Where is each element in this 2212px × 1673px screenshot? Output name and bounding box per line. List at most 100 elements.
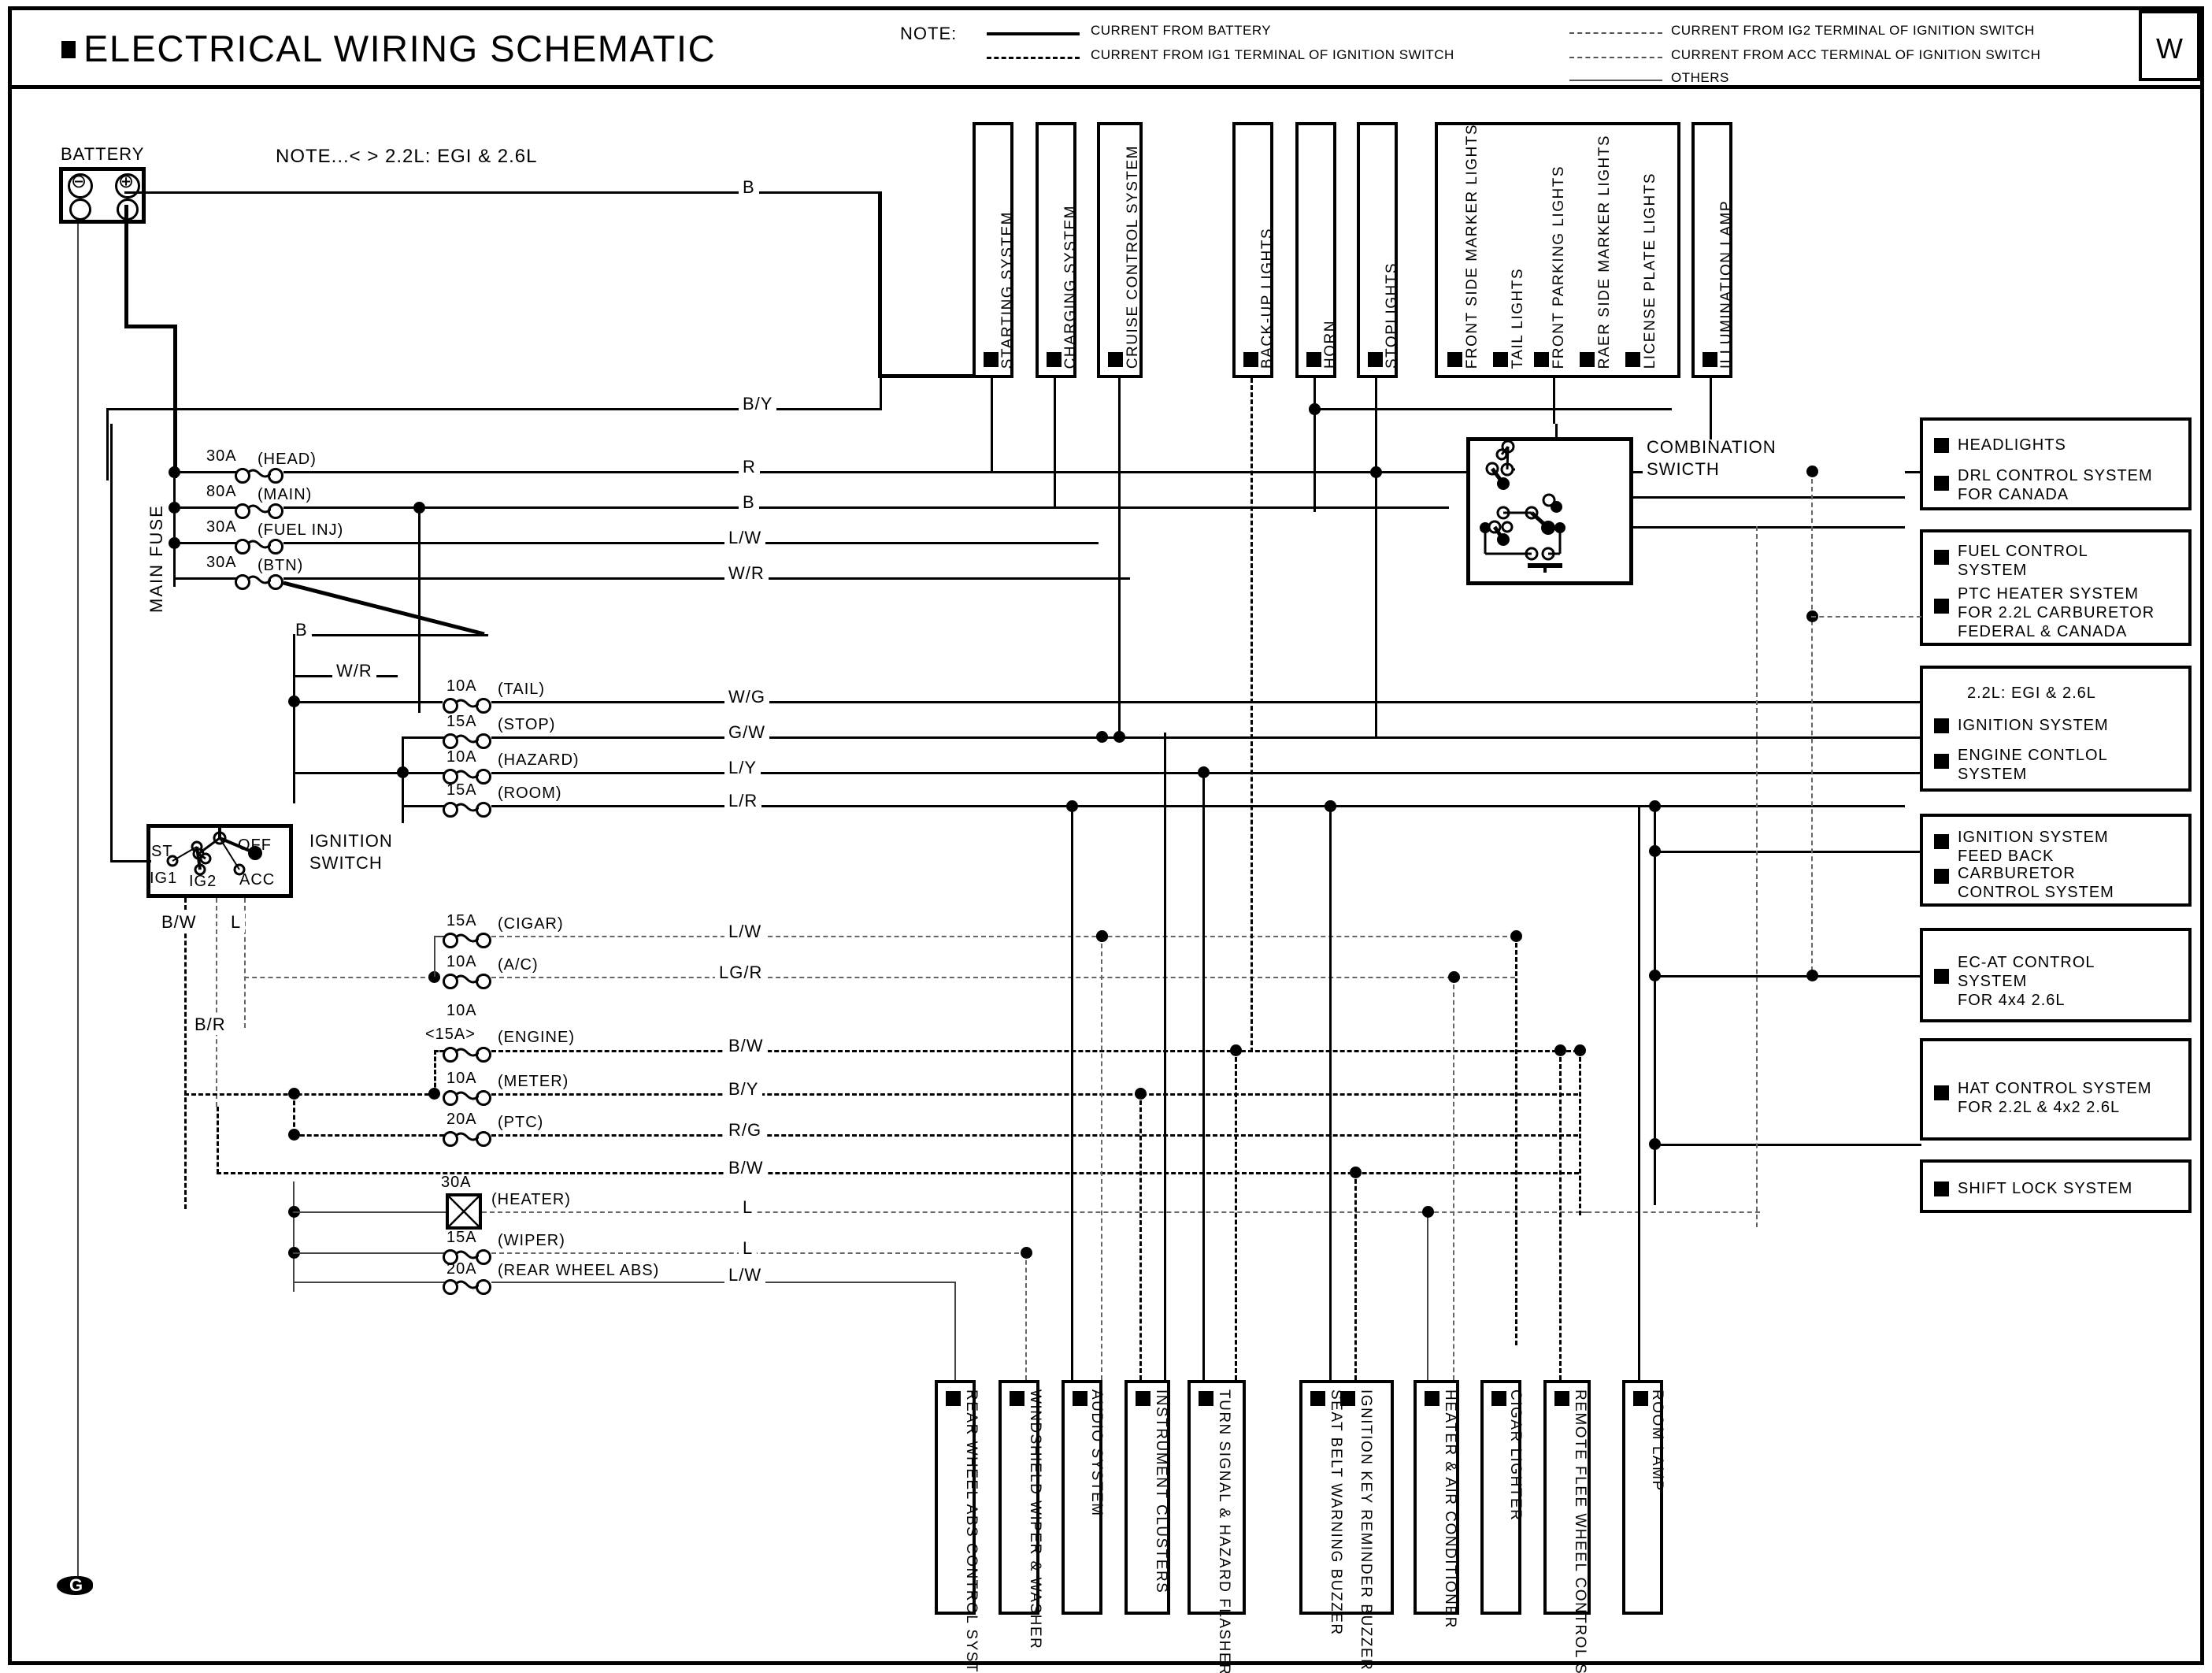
- battery-ground-wire: [77, 224, 79, 1578]
- fuse-name-ac: (A/C): [498, 956, 539, 974]
- bullet-square-icon: [1447, 352, 1462, 367]
- top-box-horn[interactable]: HORN: [1295, 122, 1339, 378]
- wire-label-by-meter: B/Y: [724, 1079, 763, 1100]
- wire-lr-room: [491, 805, 1905, 807]
- wire-label-bw-ign: B/W: [157, 912, 201, 933]
- wire-label-b-top: B: [739, 177, 759, 198]
- legend-text-ig2: CURRENT FROM IG2 TERMINAL OF IGNITION SW…: [1671, 23, 2035, 38]
- wire-ig1-bus: [184, 1093, 436, 1096]
- bottom-box-turn-hazard[interactable]: TURN SIGNAL & HAZARD FLASHER LIGHTS: [1188, 1380, 1246, 1673]
- bottom-box-label: AUDIO SYSTEM: [1088, 1389, 1105, 1517]
- page-code: W: [2156, 32, 2183, 65]
- bullet-square-icon: [1625, 352, 1640, 367]
- main-fuse-rail: [173, 461, 176, 587]
- wire-turn-feed: [1202, 772, 1205, 1380]
- right-box-label: DRL CONTROL SYSTEM FOR CANADA: [1958, 467, 2153, 503]
- top-box-backup-lights[interactable]: BACK-UP LIGHTS: [1232, 122, 1276, 378]
- junction-dot: [1066, 800, 1078, 812]
- right-box-heading: 2.2L: EGI & 2.6L: [1967, 684, 2096, 702]
- bottom-box-cigar-lighter[interactable]: CIGAR LIGHTER: [1480, 1380, 1524, 1615]
- battery-minus-icon: ⊖: [71, 171, 87, 192]
- junction-dot: [1649, 845, 1661, 857]
- wire-label-r: R: [739, 457, 760, 477]
- bullet-square-icon: [946, 1391, 961, 1406]
- wire-horn-down: [1313, 378, 1316, 512]
- right-box-hat[interactable]: HAT CONTROL SYSTEM FOR 2.2L & 4x2 2.6L: [1920, 1038, 2192, 1141]
- bullet-square-icon: [1047, 352, 1062, 367]
- bottom-box-instrument-clusters[interactable]: INSTRUMENT CLUSTERS: [1125, 1380, 1170, 1615]
- wire-abs-in-box: [954, 1339, 956, 1380]
- bottom-box-rear-wheel-abs[interactable]: REAR WHEEL ABS CONTROL SYSTEM: [935, 1380, 980, 1673]
- bottom-box-remote-free-wheel[interactable]: REMOTE FLEE WHEEL CONTROL SYSTEM: [1543, 1380, 1591, 1673]
- junction-dot: [1554, 1044, 1566, 1056]
- wire-mainfuse-bus: [173, 325, 177, 478]
- fuse-tail: [443, 695, 491, 714]
- right-box-shift-lock[interactable]: SHIFT LOCK SYSTEM: [1920, 1159, 2192, 1213]
- wire-by-v: [106, 408, 109, 480]
- bottom-box-windshield-wiper[interactable]: WINDSHIELD WIPER & WASHER: [999, 1380, 1043, 1649]
- wire-label-bw-engine: B/W: [724, 1036, 768, 1056]
- legend-text-ig1: CURRENT FROM IG1 TERMINAL OF IGNITION SW…: [1091, 47, 1454, 62]
- fuse-name-cigar: (CIGAR): [498, 915, 564, 933]
- fuse-heater-box: [446, 1193, 482, 1230]
- top-box-starting-system[interactable]: STARTING SYSTEM: [973, 122, 1016, 378]
- top-box-light-group[interactable]: FRONT SIDE MARKER LIGHTS TAIL LIGHTS FRO…: [1435, 122, 1680, 378]
- wire-tail-in: [293, 701, 443, 703]
- legend-line-dashed: [987, 57, 1080, 59]
- bullet-square-icon: [1934, 438, 1949, 453]
- right-box-label: EC-AT CONTROL SYSTEM FOR 4x4 2.6L: [1958, 954, 2095, 1009]
- bullet-square-icon: [1934, 550, 1949, 565]
- junction-dot: [1096, 731, 1108, 743]
- right-box-feedback-carb[interactable]: IGNITION SYSTEM FEED BACK CARBURETOR CON…: [1920, 814, 2192, 907]
- fuse-rating-meter: 10A: [446, 1070, 477, 1087]
- fuse-rating-tail: 10A: [446, 677, 477, 695]
- fuse-meter: [443, 1087, 491, 1106]
- wire-label-l-heater: L: [739, 1197, 758, 1218]
- bullet-square-icon: [1010, 1391, 1024, 1406]
- wire-fuelinj-in: [177, 542, 236, 544]
- wire-label-wr-btn: W/R: [724, 563, 769, 584]
- right-box-headlights[interactable]: HEADLIGHTS DRL CONTROL SYSTEM FOR CANADA: [1920, 417, 2192, 510]
- bullet-square-icon: [1310, 1391, 1325, 1406]
- right-box-label: SHIFT LOCK SYSTEM: [1958, 1180, 2133, 1197]
- bottom-box-audio-system[interactable]: AUDIO SYSTEM: [1062, 1380, 1105, 1615]
- wire-head-in: [177, 471, 236, 473]
- wire-stoplights-down: [1375, 378, 1377, 737]
- right-box-fuel-ptc[interactable]: FUEL CONTROL SYSTEM PTC HEATER SYSTEM FO…: [1920, 529, 2192, 646]
- top-box-stoplights[interactable]: STOPLIGHTS: [1357, 122, 1400, 378]
- wire-bw-extra-v: [217, 1107, 219, 1174]
- bottom-box-label: REMOTE FLEE WHEEL CONTROL SYSTEM: [1572, 1389, 1588, 1673]
- top-box-illumination-lamp[interactable]: ILLUMINATION LAMP: [1691, 122, 1735, 378]
- legend-text-battery: CURRENT FROM BATTERY: [1091, 23, 1272, 38]
- fuse-stop: [443, 730, 491, 749]
- legend-line-longdash: [1569, 57, 1662, 58]
- wire-label-by: B/Y: [739, 394, 777, 414]
- fuse-fuelinj: [235, 536, 283, 555]
- fuse-rating-btn: 30A: [206, 554, 237, 571]
- bullet-square-icon: [1934, 754, 1949, 769]
- wire-cluster-feed: [1164, 733, 1166, 1380]
- top-box-charging-system[interactable]: CHARGING SYSTEM: [1036, 122, 1079, 378]
- bottom-box-buzzers[interactable]: IGNITION KEY REMINDER BUZZER SEAT BELT W…: [1299, 1380, 1394, 1671]
- page-title: ELECTRICAL WIRING SCHEMATIC: [83, 28, 717, 69]
- header-divider: [8, 85, 2204, 89]
- ground-label: G: [69, 1575, 83, 1595]
- top-box-cruise-control[interactable]: CRUISE CONTROL SYSTEM: [1097, 122, 1143, 378]
- wire-ac-feed: [1453, 977, 1454, 1380]
- wire-comb-out-1: [1633, 496, 1905, 499]
- bottom-box-label: ROOM LAMP: [1649, 1389, 1665, 1492]
- right-box-ignition-engine[interactable]: 2.2L: EGI & 2.6L IGNITION SYSTEM ENGINE …: [1920, 666, 2192, 792]
- wire-label-ly: L/Y: [724, 758, 761, 778]
- legend-line-others: [1569, 80, 1662, 81]
- right-box-ecat[interactable]: EC-AT CONTROL SYSTEM FOR 4x4 2.6L: [1920, 928, 2192, 1022]
- bottom-box-room-lamp[interactable]: ROOM LAMP: [1622, 1380, 1665, 1615]
- bullet-square-icon: [1580, 352, 1595, 367]
- light-group-label: RAER SIDE MARKER LIGHTS: [1596, 134, 1613, 369]
- bottom-box-heater-ac[interactable]: HEATER & AIR CONDITIONER: [1414, 1380, 1459, 1629]
- fuse-name-tail: (TAIL): [498, 681, 546, 698]
- wire-lw-fuelinj: [283, 542, 1099, 544]
- title-bullet-icon: [61, 41, 76, 58]
- bottom-box-label: REAR WHEEL ABS CONTROL SYSTEM: [963, 1389, 980, 1673]
- fuse-rating-ac: 10A: [446, 953, 477, 970]
- fuse-rating-heater: 30A: [441, 1174, 472, 1191]
